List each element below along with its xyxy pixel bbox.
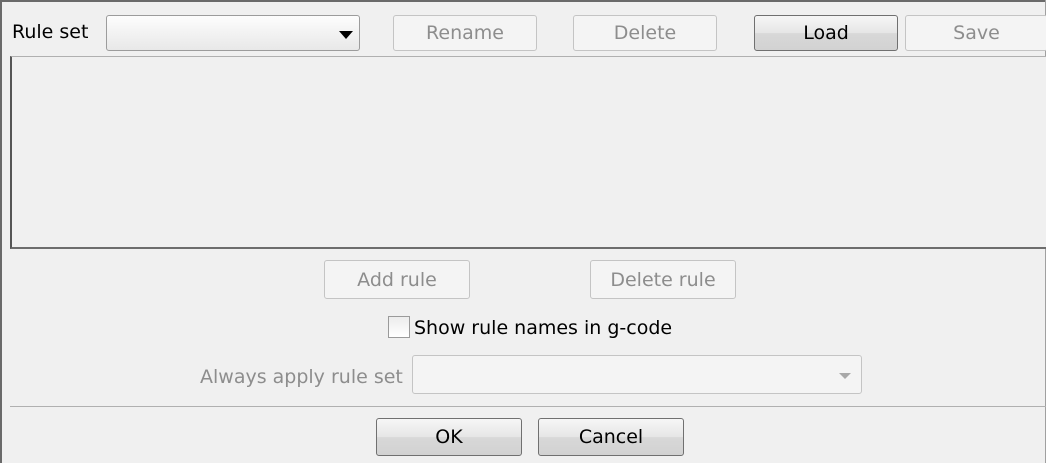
footer-divider	[10, 406, 1046, 407]
show-rule-names-label: Show rule names in g-code	[414, 317, 673, 339]
rules-list[interactable]	[10, 56, 1046, 249]
always-apply-dropdown[interactable]	[412, 355, 862, 394]
chevron-down-icon	[339, 31, 353, 39]
chevron-down-icon	[839, 373, 851, 379]
rule-set-dropdown[interactable]	[106, 15, 360, 51]
window-top-border	[2, 0, 1045, 2]
ok-button[interactable]: OK	[376, 418, 522, 456]
delete-button[interactable]: Delete	[573, 15, 717, 51]
rename-button[interactable]: Rename	[393, 15, 537, 51]
rule-set-label: Rule set	[12, 21, 89, 43]
add-rule-button[interactable]: Add rule	[324, 260, 470, 299]
show-rule-names-checkbox[interactable]	[388, 316, 410, 338]
always-apply-label: Always apply rule set	[200, 366, 403, 388]
load-button[interactable]: Load	[754, 15, 898, 51]
cancel-button[interactable]: Cancel	[538, 418, 684, 456]
save-button[interactable]: Save	[905, 15, 1046, 51]
delete-rule-button[interactable]: Delete rule	[590, 260, 736, 299]
rule-set-dialog: Rule set Rename Delete Load Save Add rul…	[0, 0, 1046, 463]
